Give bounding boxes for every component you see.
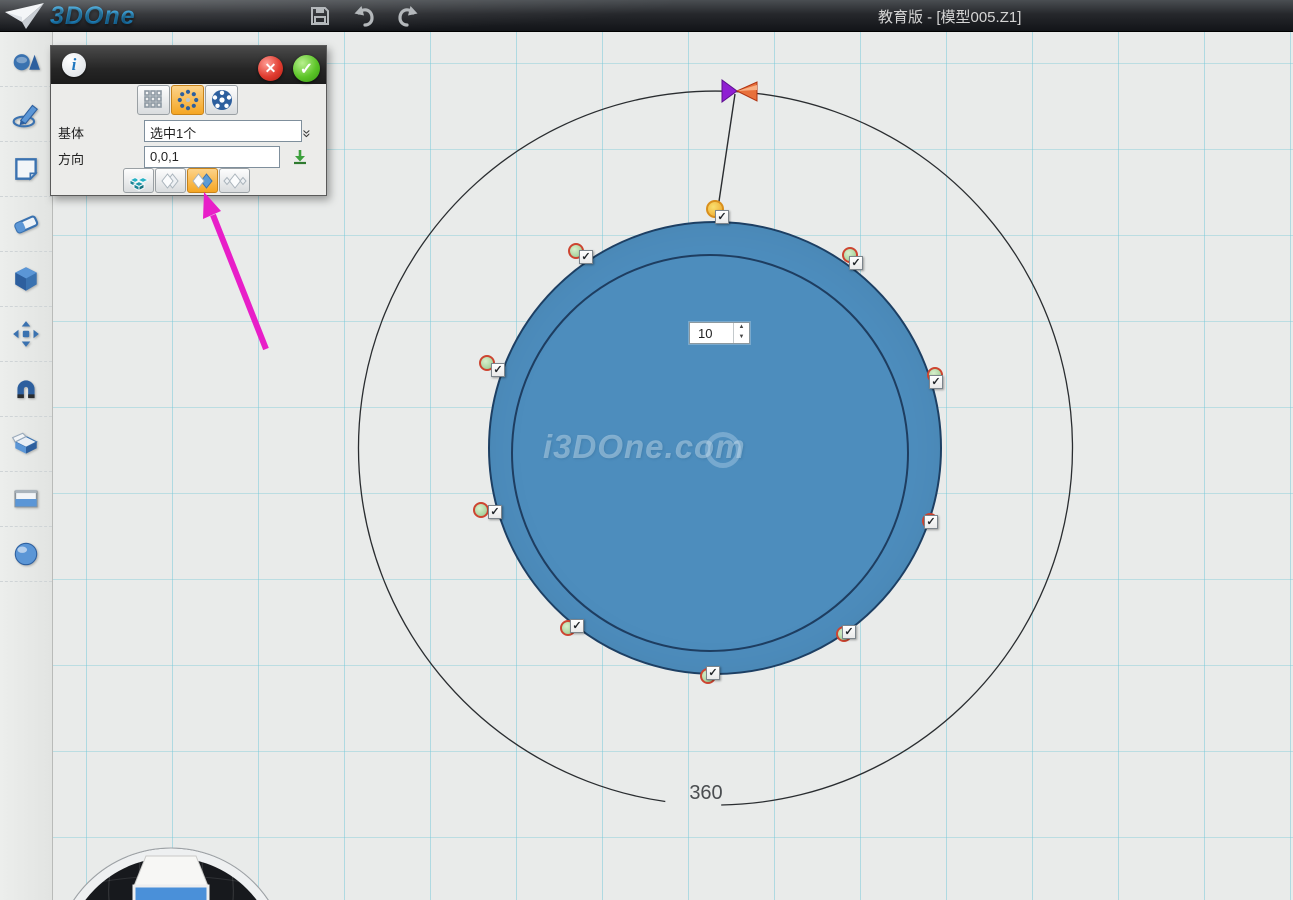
info-icon[interactable]: i bbox=[62, 53, 86, 77]
instance-checkbox[interactable]: ✓ bbox=[842, 625, 856, 639]
toolbar-render-sphere-icon[interactable] bbox=[0, 527, 52, 582]
spinner-up-icon[interactable]: ▲ bbox=[734, 323, 749, 333]
watermark-logo-icon bbox=[705, 432, 741, 468]
instance-checkbox[interactable]: ✓ bbox=[924, 515, 938, 529]
variant-diamond-highlight-icon[interactable] bbox=[187, 168, 218, 193]
title-bar: 3DOne 教育版 - [模型005.Z1] bbox=[0, 0, 1293, 32]
topbar-actions bbox=[306, 3, 421, 29]
variant-diamond-arrows-icon[interactable] bbox=[219, 168, 250, 193]
tab-sphere-pattern-icon[interactable] bbox=[205, 85, 238, 115]
instance-checkbox[interactable]: ✓ bbox=[491, 363, 505, 377]
instance-checkbox[interactable]: ✓ bbox=[715, 210, 729, 224]
confirm-button[interactable]: ✓ bbox=[293, 55, 320, 82]
pattern-type-tabs bbox=[137, 85, 238, 115]
instance-checkbox[interactable]: ✓ bbox=[579, 250, 593, 264]
instance-count-spinner[interactable]: 10 ▲ ▼ bbox=[689, 322, 750, 344]
toolbar-combine-icon[interactable] bbox=[0, 417, 52, 472]
variant-diamonds-pair-icon[interactable] bbox=[155, 168, 186, 193]
toolbar-magnet-icon[interactable] bbox=[0, 362, 52, 417]
instance-count-value[interactable]: 10 bbox=[690, 323, 733, 343]
base-label: 基体 bbox=[58, 123, 84, 142]
instance-checkbox[interactable]: ✓ bbox=[929, 375, 943, 389]
window-title: 教育版 - [模型005.Z1] bbox=[878, 0, 1021, 32]
toolbar-primitives-icon[interactable] bbox=[0, 32, 52, 87]
toolbar-sketch-plane-icon[interactable] bbox=[0, 142, 52, 197]
rotation-handle-right-cone bbox=[737, 82, 757, 101]
instance-checkbox[interactable]: ✓ bbox=[570, 619, 584, 633]
watermark-text: i3DOne.com bbox=[543, 428, 803, 466]
redo-icon[interactable] bbox=[394, 3, 421, 29]
variant-stacked-boxes-icon[interactable] bbox=[123, 168, 154, 193]
cancel-button[interactable]: ✕ bbox=[258, 56, 283, 81]
view-navigation-cube[interactable] bbox=[50, 843, 292, 900]
spinner-down-icon[interactable]: ▼ bbox=[734, 333, 749, 343]
direction-input[interactable]: 0,0,1 bbox=[144, 146, 280, 168]
instance-checkbox[interactable]: ✓ bbox=[488, 505, 502, 519]
app-logo: 3DOne bbox=[4, 1, 136, 31]
left-toolbar bbox=[0, 32, 53, 900]
save-icon[interactable] bbox=[306, 3, 333, 29]
pick-direction-icon[interactable] bbox=[291, 148, 309, 166]
undo-icon[interactable] bbox=[350, 3, 377, 29]
pattern-variant-buttons bbox=[123, 168, 250, 193]
instance-checkbox[interactable]: ✓ bbox=[849, 256, 863, 270]
toolbar-eraser-icon[interactable] bbox=[0, 197, 52, 252]
chevron-double-down-icon[interactable]: » bbox=[299, 129, 316, 135]
pattern-angle-label: 360 bbox=[676, 782, 736, 805]
toolbar-move-icon[interactable] bbox=[0, 307, 52, 362]
instance-checkbox[interactable]: ✓ bbox=[706, 666, 720, 680]
paper-plane-icon bbox=[4, 2, 46, 30]
tab-circular-pattern-icon[interactable] bbox=[171, 85, 204, 115]
application-window: i3DOne.com ✓ ✓ ✓ ✓ ✓ ✓ ✓ ✓ ✓ ✓ 10 ▲ ▼ 360 bbox=[0, 0, 1293, 900]
toolbar-sketch-pen-icon[interactable] bbox=[0, 87, 52, 142]
base-input[interactable]: 选中1个 bbox=[144, 120, 302, 142]
toolbar-section-icon[interactable] bbox=[0, 472, 52, 527]
navcube-top-face bbox=[134, 856, 208, 886]
direction-label: 方向 bbox=[58, 149, 84, 168]
app-name: 3DOne bbox=[50, 2, 136, 31]
spinner-buttons: ▲ ▼ bbox=[733, 323, 749, 343]
rotation-handle-left-cone bbox=[722, 80, 737, 102]
navcube-front-face bbox=[134, 886, 208, 900]
tab-linear-pattern-icon[interactable] bbox=[137, 85, 170, 115]
toolbar-feature-cube-icon[interactable] bbox=[0, 252, 52, 307]
pattern-instance-dot[interactable] bbox=[473, 502, 489, 518]
pattern-dialog: i ✕ ✓ 基体 选中1个 » 方向 0,0,1 bbox=[50, 45, 327, 196]
dialog-titlebar[interactable] bbox=[51, 46, 326, 84]
